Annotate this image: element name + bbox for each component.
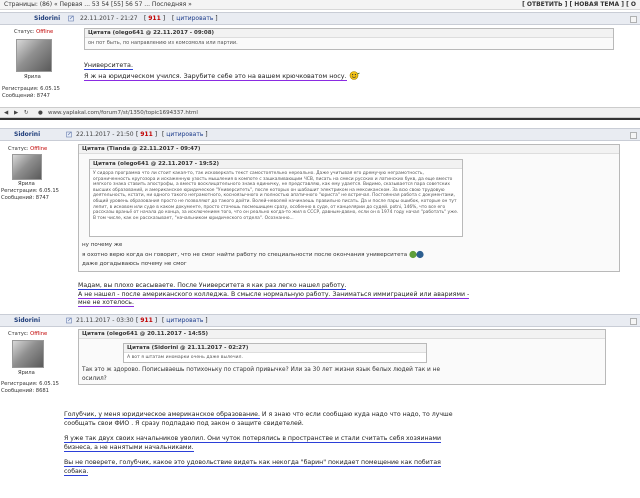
user-status: Статус: Offline	[14, 29, 74, 36]
post-link-icon[interactable]	[66, 315, 73, 326]
quote-block: Цитата (olego641 @ 22.11.2017 - 09:08) о…	[84, 28, 614, 50]
quote-post-button[interactable]: [ цитировать ]	[162, 315, 208, 326]
quote-post-button[interactable]: [ цитировать ]	[162, 129, 208, 140]
post-date: 22.11.2017 - 21:27	[80, 15, 138, 22]
quote-text: А вот я штатам иномарки очень даже вылеч…	[127, 355, 243, 360]
report-icon[interactable]	[630, 130, 637, 141]
avatar[interactable]	[12, 340, 44, 368]
status-value: Offline	[30, 146, 48, 152]
post-text-line: сообщать свои ФИО . Я сразу подпадаю под…	[64, 420, 304, 427]
user-status: Статус: Offline	[8, 331, 68, 338]
post-text-line: бизнеса, а не нанятыми начальниками.	[64, 444, 194, 452]
back-icon[interactable]: ◀	[4, 108, 8, 118]
quote-block: Цитата (olego641 @ 20.11.2017 - 14:55) Ц…	[78, 329, 606, 385]
report-icon[interactable]	[630, 14, 637, 25]
divider	[0, 118, 640, 120]
post-number-link[interactable]: [ 911 ]	[144, 13, 165, 24]
post-header: Sidorini 22.11.2017 - 21:27 [ 911 ] [ ци…	[0, 12, 640, 25]
post-link-icon[interactable]	[66, 129, 73, 140]
quote-text: Так это ж здорово. Пописываешь потихоньк…	[82, 366, 440, 384]
pagination-label[interactable]: Страницы: (86) « Первая ... 53 54 [55] 5…	[4, 1, 192, 8]
quote-line: ну почему же	[82, 242, 123, 248]
user-registration: Регистрация: 6.05.15	[2, 86, 60, 92]
user-registration: Регистрация: 6.05.15	[1, 381, 59, 387]
quote-header: Цитата (olego641 @ 22.11.2017 - 19:52)	[90, 160, 462, 169]
smile-icon	[349, 71, 360, 80]
status-value: Offline	[30, 331, 48, 337]
status-label: Статус:	[8, 146, 29, 152]
post-text-line: Вы не поверете, голубчик, какое это удов…	[64, 459, 441, 467]
quote-block: Цитата (Tianda @ 22.11.2017 - 09:47) Цит…	[78, 144, 620, 272]
post-number[interactable]: 911	[148, 15, 161, 22]
post-number[interactable]: 911	[140, 131, 153, 138]
post-link-icon[interactable]	[68, 13, 75, 24]
browser-address-bar: ◀ ▶ ↻ ● www.yaplakal.com/forum7/st/1350/…	[0, 107, 640, 118]
user-group: Ярила	[18, 370, 35, 376]
status-label: Статус:	[14, 29, 35, 35]
url-field[interactable]: www.yaplakal.com/forum7/st/1350/topic169…	[48, 108, 198, 118]
top-action-links[interactable]: [ ОТВЕТИТЬ ] [ НОВАЯ ТЕМА ] [ О	[522, 0, 636, 10]
post-text-line: собака.	[64, 468, 89, 476]
quote-line: Так это ж здорово. Пописываешь потихоньк…	[82, 367, 441, 373]
quote-link[interactable]: цитировать	[166, 317, 203, 324]
user-registration: Регистрация: 6.05.15	[1, 188, 59, 194]
user-group: Ярила	[24, 74, 41, 80]
quote-post-button[interactable]: [ цитировать ]	[172, 13, 218, 24]
secure-icon: ●	[38, 110, 43, 116]
post-text: Голубчик, у меня юридическое американско…	[64, 410, 453, 476]
quote-header: Цитата (olego641 @ 22.11.2017 - 09:08)	[85, 29, 613, 38]
post-number-link[interactable]: [ 911 ]	[136, 315, 157, 326]
quote-text: он пот быть, по направлению из комсомола…	[88, 40, 238, 46]
post-number-link[interactable]: [ 911 ]	[136, 129, 157, 140]
avatar[interactable]	[16, 39, 52, 72]
post-author[interactable]: Sidorini	[14, 315, 40, 326]
user-messages: Сообщений: 8681	[1, 388, 49, 394]
post-text-line: А не нашел - после американского колледж…	[78, 290, 470, 299]
quote-text: ну почему же я охотно верю когда он гово…	[82, 241, 425, 269]
status-label: Статус:	[8, 331, 29, 337]
post-author[interactable]: Sidorini	[14, 129, 40, 140]
reload-icon[interactable]: ↻	[24, 108, 29, 118]
post-text-line: Я ж на юридическом учился. Зарубите себе…	[84, 71, 347, 81]
quote-header: Цитата (olego641 @ 20.11.2017 - 14:55)	[79, 330, 605, 339]
quote-header: Цитата (Tianda @ 22.11.2017 - 09:47)	[79, 145, 619, 154]
post-text-line: Университета.	[84, 61, 133, 70]
doctor-icon	[409, 250, 425, 259]
quote-link[interactable]: цитировать	[166, 131, 203, 138]
user-messages: Сообщений: 8747	[2, 93, 50, 99]
quote-header: Цитата (Sidorini @ 21.11.2017 - 02:27)	[124, 344, 426, 353]
quote-line: осилил?	[82, 376, 107, 382]
report-icon[interactable]	[630, 316, 637, 327]
post-date: 21.11.2017 - 03:30	[76, 317, 134, 324]
pagination-bar: Страницы: (86) « Первая ... 53 54 [55] 5…	[0, 0, 640, 10]
avatar[interactable]	[12, 154, 42, 180]
post-text-line: Я уже так двух своих начальников уволил.…	[64, 435, 442, 443]
post-text-line: мне не хотелось.	[78, 299, 134, 307]
nested-quote-block: Цитата (Sidorini @ 21.11.2017 - 02:27) А…	[123, 343, 427, 363]
status-value: Offline	[36, 29, 54, 35]
post-number[interactable]: 911	[140, 317, 153, 324]
post-text: Университета. Я ж на юридическом учился.…	[84, 61, 360, 81]
post-header: Sidorini 21.11.2017 - 03:30 [ 911 ] [ ци…	[0, 314, 640, 327]
user-group: Ярила	[18, 181, 35, 187]
post-text-line: И я знаю что если сообщаю куда надо что …	[259, 411, 453, 418]
post-date: 22.11.2017 - 21:50	[76, 131, 134, 138]
quote-line: даже догадываюсь почему не смог	[82, 261, 187, 267]
nested-quote-block: Цитата (olego641 @ 22.11.2017 - 19:52) У…	[89, 159, 463, 237]
user-status: Статус: Offline	[8, 146, 68, 153]
quote-text: У сидора программа что ли стоит какая-то…	[93, 171, 459, 221]
quote-link[interactable]: цитировать	[176, 15, 213, 22]
post-text-line: Голубчик, у меня юридическое американско…	[64, 411, 260, 419]
user-messages: Сообщений: 8747	[1, 195, 49, 201]
quote-line: я охотно верю когда он говорит, что не с…	[82, 252, 408, 258]
post-text-line: Мадам, вы плохо всасываете. После Универ…	[78, 282, 347, 290]
forward-icon[interactable]: ▶	[14, 108, 18, 118]
post-text: Мадам, вы плохо всасываете. После Универ…	[78, 282, 470, 308]
post-header: Sidorini 22.11.2017 - 21:50 [ 911 ] [ ци…	[0, 128, 640, 141]
post-author[interactable]: Sidorini	[34, 13, 60, 24]
